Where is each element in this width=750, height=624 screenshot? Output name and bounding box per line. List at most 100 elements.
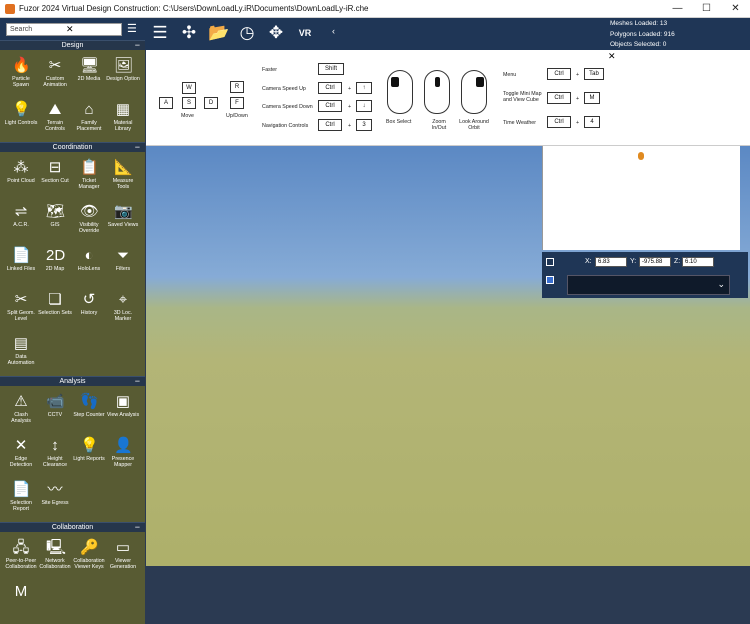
section-header-analysis[interactable]: Analysis − bbox=[0, 376, 145, 386]
x-label: X: bbox=[585, 258, 592, 265]
move-icon[interactable]: ✥ bbox=[266, 22, 286, 44]
tool-data-automation[interactable]: ▤ Data Automation bbox=[4, 332, 38, 374]
chevron-down-icon: ⌄ bbox=[717, 279, 725, 289]
keys-icon: 🔑 bbox=[80, 539, 99, 556]
tool-filters[interactable]: ⏷ Filters bbox=[106, 244, 140, 286]
tool-view-analysis[interactable]: ▣ View Analysis bbox=[106, 390, 140, 432]
collapse-toolbar-icon[interactable]: ‹ bbox=[332, 26, 335, 36]
view-cube-icon[interactable] bbox=[546, 258, 554, 266]
tool-hololens[interactable]: ◐ HoloLens bbox=[72, 244, 106, 286]
tool-section-cut[interactable]: ⊟ Section Cut bbox=[38, 156, 72, 198]
tool-label: Split Geom. Level bbox=[7, 310, 35, 322]
box-select-label: Box Select bbox=[386, 119, 412, 125]
settings-icon[interactable] bbox=[546, 276, 554, 284]
tool-peer-to-peer-collaboration[interactable]: 🖧 Peer-to-Peer Collaboration bbox=[4, 536, 38, 578]
tool-presence-mapper[interactable]: 👤 Presence Mapper bbox=[106, 434, 140, 476]
tool-point-cloud[interactable]: ⁂ Point Cloud bbox=[4, 156, 38, 198]
m-icon: M bbox=[14, 583, 28, 600]
acr-icon: ⇌ bbox=[14, 203, 28, 220]
tool-saved-views[interactable]: 📷 Saved Views bbox=[106, 200, 140, 242]
section-grid: 🔥 Particle Spawn ✂ Custom Animation 🖥 2D Medi… bbox=[0, 50, 145, 142]
maximize-button[interactable]: ☐ bbox=[692, 0, 721, 18]
tool-label: 2D Map bbox=[45, 266, 65, 272]
filter-icon: ⏷ bbox=[116, 247, 129, 264]
tool-edge-detection[interactable]: ✕ Edge Detection bbox=[4, 434, 38, 476]
tool-design-option[interactable]: 🖼 Design Option bbox=[106, 54, 140, 96]
section-header-collaboration[interactable]: Collaboration − bbox=[0, 522, 145, 532]
tool-light-controls[interactable]: 💡 Light Controls bbox=[4, 98, 38, 140]
plus-sign: + bbox=[576, 72, 580, 78]
search-input[interactable]: Search ✕ bbox=[6, 23, 122, 36]
tool-label: Light Reports bbox=[73, 456, 105, 462]
z-coordinate-field[interactable]: 6.10 bbox=[682, 257, 714, 267]
tool-label: 2D Media bbox=[77, 76, 101, 82]
tool-network-collaboration[interactable]: 🖳 Network Collaboration bbox=[38, 536, 72, 578]
vr-icon[interactable]: VR bbox=[295, 22, 315, 44]
tool-material-library[interactable]: ▦ Material Library bbox=[106, 98, 140, 140]
drone-icon[interactable]: ✣ bbox=[179, 22, 199, 44]
light-icon: 💡 bbox=[12, 101, 31, 118]
updown-label: Up/Down bbox=[226, 113, 248, 119]
tool-a-c-r-[interactable]: ⇌ A.C.R. bbox=[4, 200, 38, 242]
tool-clash-analysis[interactable]: ⚠ Clash Analysis bbox=[4, 390, 38, 432]
tool-label: Peer-to-Peer Collaboration bbox=[5, 558, 37, 570]
collapse-section-icon[interactable]: − bbox=[135, 376, 140, 386]
section-header-coordination[interactable]: Coordination − bbox=[0, 142, 145, 152]
folder-icon[interactable]: 📂 bbox=[208, 22, 229, 44]
close-button[interactable]: ✕ bbox=[721, 0, 750, 18]
close-panel-button[interactable]: ✕ bbox=[608, 51, 616, 62]
tool-selection-sets[interactable]: ❏ Selection Sets bbox=[38, 288, 72, 330]
minimize-button[interactable]: — bbox=[663, 0, 692, 18]
tool-site-egress[interactable]: 〰 Site Egress bbox=[38, 478, 72, 520]
height-icon: ↕ bbox=[51, 437, 59, 454]
tool-3d-loc-marker[interactable]: ⌖ 3D Loc. Marker bbox=[106, 288, 140, 330]
tool-particle-spawn[interactable]: 🔥 Particle Spawn bbox=[4, 54, 38, 96]
tool-label: Design Option bbox=[106, 76, 140, 82]
clear-search-icon[interactable]: ✕ bbox=[66, 24, 119, 35]
tool-visibility-override[interactable]: 👁 Visibility Override bbox=[72, 200, 106, 242]
list-icon[interactable]: ☰ bbox=[150, 22, 170, 44]
x-coordinate-field[interactable]: 6.83 bbox=[595, 257, 627, 267]
measure-icon: 📐 bbox=[114, 159, 133, 176]
view-dropdown[interactable]: ⌄ bbox=[567, 275, 730, 295]
y-coordinate-field[interactable]: -975.88 bbox=[639, 257, 671, 267]
linked-files-icon: 📄 bbox=[12, 247, 31, 264]
tool-label: CCTV bbox=[47, 412, 63, 418]
tool-2d-map[interactable]: 2D 2D Map bbox=[38, 244, 72, 286]
tool-split-geom-level[interactable]: ✂ Split Geom. Level bbox=[4, 288, 38, 330]
tool-height-clearance[interactable]: ↕ Height Clearance bbox=[38, 434, 72, 476]
egress-icon: 〰 bbox=[47, 481, 63, 498]
collapse-section-icon[interactable]: − bbox=[135, 522, 140, 532]
app-icon bbox=[5, 3, 15, 14]
move-label: Move bbox=[181, 113, 194, 119]
mouse-wheel-icon bbox=[424, 70, 450, 114]
tool-label: Data Automation bbox=[7, 354, 35, 366]
tool-measure-tools[interactable]: 📐 Measure Tools bbox=[106, 156, 140, 198]
menu-icon[interactable]: ☰ bbox=[127, 22, 137, 35]
tool-ticket-manager[interactable]: 📋 Ticket Manager bbox=[72, 156, 106, 198]
section-header-design[interactable]: Design − bbox=[0, 40, 145, 50]
tool-collaboration-viewer-keys[interactable]: 🔑 Collaboration Viewer Keys bbox=[72, 536, 106, 578]
tool-gis[interactable]: 🗺 GIS bbox=[38, 200, 72, 242]
collapse-section-icon[interactable]: − bbox=[135, 40, 140, 50]
tool-history[interactable]: ↺ History bbox=[72, 288, 106, 330]
tool-linked-files[interactable]: 📄 Linked Files bbox=[4, 244, 38, 286]
tool-family-placement[interactable]: ⌂ Family Placement bbox=[72, 98, 106, 140]
tool-2d-media[interactable]: 🖥 2D Media bbox=[72, 54, 106, 96]
tool-viewer-generation[interactable]: ▭ Viewer Generation bbox=[106, 536, 140, 578]
tool-terrain-controls[interactable]: ⛰ Terrain Controls bbox=[38, 98, 72, 140]
tool-custom-animation[interactable]: ✂ Custom Animation bbox=[38, 54, 72, 96]
tool-step-counter[interactable]: 👣 Step Counter bbox=[72, 390, 106, 432]
tool-light-reports[interactable]: 💡 Light Reports bbox=[72, 434, 106, 476]
mini-map[interactable] bbox=[542, 146, 740, 250]
tool-selection-report[interactable]: 📄 Selection Report bbox=[4, 478, 38, 520]
section-title: Collaboration bbox=[51, 524, 94, 531]
clock-icon[interactable]: ◷ bbox=[237, 22, 257, 44]
tool-m[interactable]: M bbox=[4, 580, 38, 622]
s-key: S bbox=[182, 97, 196, 109]
animation-icon: ✂ bbox=[48, 57, 62, 74]
collapse-section-icon[interactable]: − bbox=[135, 142, 140, 152]
tool-label: A.C.R. bbox=[13, 222, 29, 228]
tool-cctv[interactable]: 📹 CCTV bbox=[38, 390, 72, 432]
image-icon: 🖼 bbox=[114, 57, 134, 74]
